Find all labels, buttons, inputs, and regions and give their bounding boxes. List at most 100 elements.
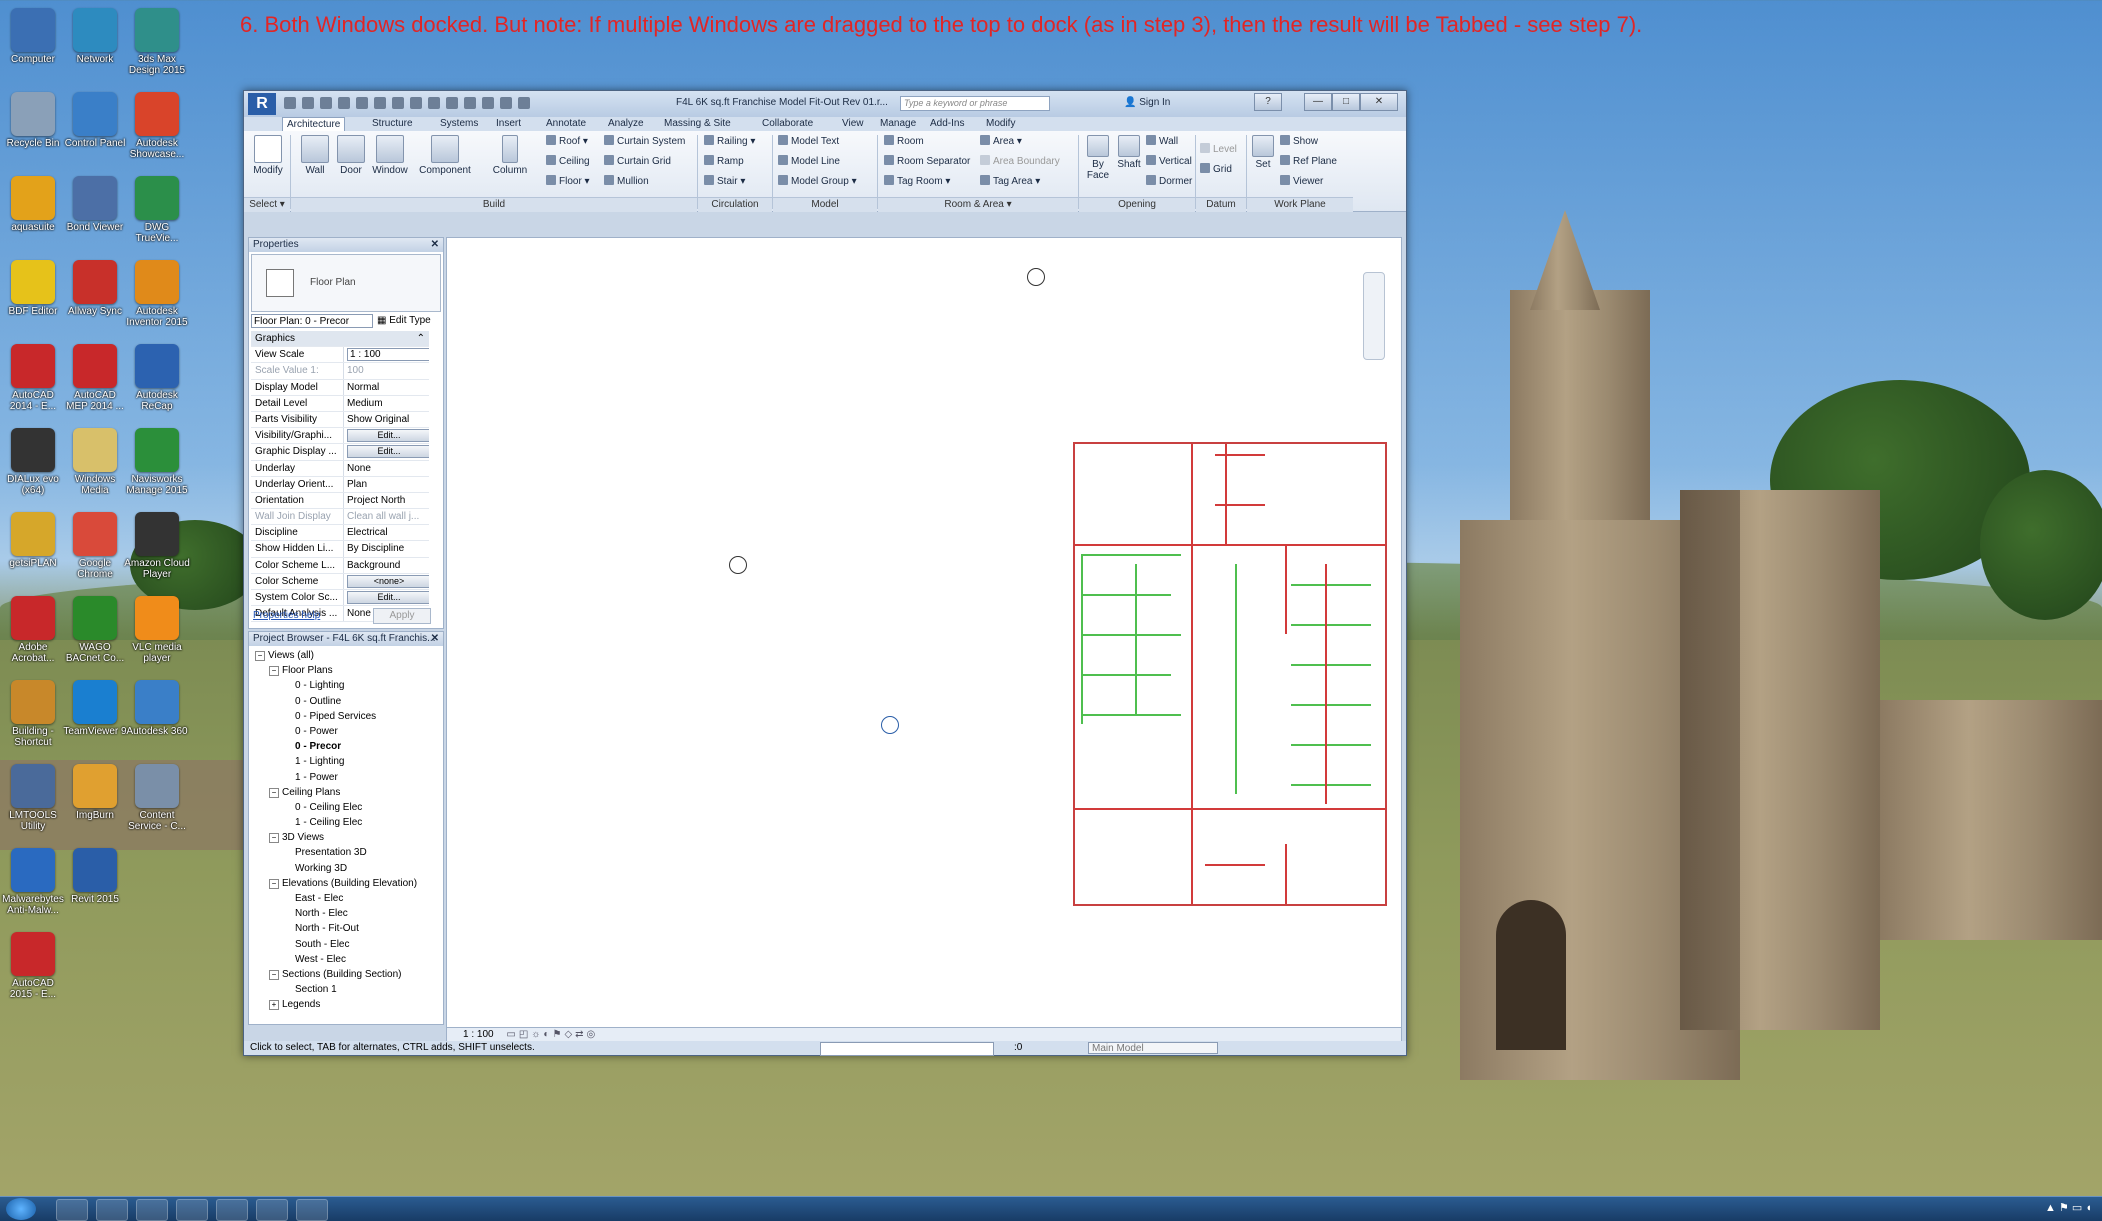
undo-icon[interactable] <box>320 97 332 109</box>
desktop-icon[interactable]: AutoCAD 2015 - E... <box>0 932 66 1000</box>
tree-toggle-icon[interactable]: − <box>269 969 279 980</box>
browser-item[interactable]: 0 - Power <box>251 724 429 739</box>
help-search-input[interactable]: Type a keyword or phrase <box>900 96 1050 111</box>
help-button[interactable]: ? <box>1254 93 1282 111</box>
wall-opening-button[interactable]: Wall <box>1146 135 1178 149</box>
property-row[interactable]: System Color Sc... Edit... <box>251 590 429 607</box>
browser-item[interactable]: 1 - Power <box>251 770 429 785</box>
browser-item[interactable]: Section 1 <box>251 982 429 997</box>
browser-item[interactable]: 0 - Precor <box>251 739 429 754</box>
desktop-icon[interactable]: AutoCAD MEP 2014 ... <box>62 344 128 412</box>
stair-button[interactable]: Stair ▾ <box>704 175 745 189</box>
desktop-icon[interactable]: VLC media player <box>124 596 190 664</box>
property-row[interactable]: Discipline Electrical <box>251 525 429 542</box>
desktop-icon[interactable]: aquasuite <box>0 176 66 233</box>
desktop-icon[interactable]: BDF Editor <box>0 260 66 317</box>
property-edit-button[interactable]: Edit... <box>347 445 429 459</box>
browser-item[interactable]: 1 - Lighting <box>251 754 429 769</box>
taskbar-acrobat-button[interactable] <box>216 1199 248 1221</box>
desktop-icon[interactable]: getsiPLAN <box>0 512 66 569</box>
tag-area-button[interactable]: Tag Area ▾ <box>980 175 1040 189</box>
tag-room-button[interactable]: Tag Room ▾ <box>884 175 950 189</box>
property-value[interactable]: Clean all wall j... <box>344 509 429 524</box>
column-button[interactable]: Column <box>488 135 532 176</box>
tree-toggle-icon[interactable]: − <box>255 651 265 661</box>
tab-modify[interactable]: Modify <box>982 117 1019 131</box>
property-value[interactable]: Background <box>344 558 429 573</box>
property-row[interactable]: Display Model Normal <box>251 379 429 396</box>
viewer-button[interactable]: Viewer <box>1280 175 1323 189</box>
properties-close-icon[interactable]: ✕ <box>431 238 439 252</box>
tag-icon[interactable] <box>410 97 422 109</box>
browser-item[interactable]: Presentation 3D <box>251 845 429 860</box>
desktop-icon[interactable]: DWG TrueVie... <box>124 176 190 244</box>
desktop-icon[interactable]: TeamViewer 9 <box>62 680 128 737</box>
desktop-icon[interactable]: Revit 2015 <box>62 848 128 905</box>
redo-icon[interactable] <box>338 97 350 109</box>
properties-help-link[interactable]: Properties help <box>253 610 320 621</box>
collapse-icon[interactable]: ⌃ <box>343 331 429 346</box>
apply-button[interactable]: Apply <box>373 608 431 624</box>
taskbar-revit-button[interactable] <box>176 1199 208 1221</box>
browser-item[interactable]: North - Fit-Out <box>251 921 429 936</box>
modify-button[interactable]: Modify <box>250 135 286 176</box>
desktop-icon[interactable]: AutoCAD 2014 - E... <box>0 344 66 412</box>
property-value[interactable]: Plan <box>344 477 429 492</box>
view-control-icons[interactable]: ▭◰☼◐⚑◇⇄◎ <box>496 1029 598 1040</box>
browser-item[interactable]: 1 - Ceiling Elec <box>251 815 429 830</box>
room-area-panel-label[interactable]: Room & Area ▾ <box>878 197 1078 212</box>
browser-item[interactable]: − Sections (Building Section) <box>251 967 429 982</box>
browser-item[interactable]: 0 - Outline <box>251 694 429 709</box>
browser-item[interactable]: East - Elec <box>251 891 429 906</box>
sign-in-button[interactable]: 👤 Sign In <box>1124 97 1170 108</box>
room-button[interactable]: Room <box>884 135 924 149</box>
open-icon[interactable] <box>284 97 296 109</box>
property-edit-button[interactable]: Edit... <box>347 429 429 443</box>
property-value[interactable]: Project North <box>344 493 429 508</box>
minimize-button[interactable]: — <box>1304 93 1332 111</box>
browser-item[interactable]: 0 - Piped Services <box>251 709 429 724</box>
curtain-grid-button[interactable]: Curtain Grid <box>604 155 671 169</box>
system-tray[interactable]: ▲ ⚑ ▭ ◖ <box>2045 1201 2092 1214</box>
window-button[interactable]: Window <box>368 135 412 176</box>
tab-analyze[interactable]: Analyze <box>604 117 648 131</box>
property-value[interactable]: 1 : 100 <box>344 347 429 362</box>
property-value[interactable]: Edit... <box>344 428 429 443</box>
area-button[interactable]: Area ▾ <box>980 135 1022 149</box>
browser-item[interactable]: West - Elec <box>251 952 429 967</box>
desktop-icon[interactable]: Computer <box>0 8 66 65</box>
component-button[interactable]: Component <box>414 135 476 176</box>
property-row[interactable]: Parts Visibility Show Original <box>251 411 429 429</box>
shaft-button[interactable]: Shaft <box>1114 135 1144 170</box>
show-workplane-button[interactable]: Show <box>1280 135 1318 149</box>
set-workplane-button[interactable]: Set <box>1250 135 1276 170</box>
area-boundary-button[interactable]: Area Boundary <box>980 155 1060 169</box>
text-icon[interactable] <box>428 97 440 109</box>
property-edit-button[interactable]: Edit... <box>347 591 429 604</box>
model-group-button[interactable]: Model Group ▾ <box>778 175 857 189</box>
desktop-icon[interactable]: ImgBurn <box>62 764 128 821</box>
property-value[interactable]: Show Original <box>344 412 429 427</box>
maximize-button[interactable]: □ <box>1332 93 1360 111</box>
dimension-icon[interactable] <box>392 97 404 109</box>
desktop-icon[interactable]: Bond Viewer <box>62 176 128 233</box>
by-face-button[interactable]: By Face <box>1084 135 1112 181</box>
type-selector[interactable]: Floor Plan <box>251 254 441 312</box>
property-row[interactable]: Underlay Orient... Plan <box>251 476 429 493</box>
desktop-icon[interactable]: Network <box>62 8 128 65</box>
tree-toggle-icon[interactable]: − <box>269 833 279 844</box>
desktop-icon[interactable]: Amazon Cloud Player <box>124 512 190 580</box>
tab-massing-site[interactable]: Massing & Site <box>660 117 735 131</box>
railing-button[interactable]: Railing ▾ <box>704 135 755 149</box>
desktop-icon[interactable]: Control Panel <box>62 92 128 149</box>
level-button[interactable]: Level <box>1200 143 1237 157</box>
section-icon[interactable] <box>464 97 476 109</box>
ceiling-button[interactable]: Ceiling <box>546 155 590 169</box>
desktop-icon[interactable]: LMTOOLS Utility <box>0 764 66 832</box>
measure-icon[interactable] <box>374 97 386 109</box>
tab-systems[interactable]: Systems <box>436 117 482 131</box>
revit-logo-button[interactable]: R <box>248 93 276 115</box>
browser-item[interactable]: 0 - Lighting <box>251 678 429 693</box>
wall-button[interactable]: Wall <box>298 135 332 176</box>
workset-field[interactable] <box>820 1042 994 1056</box>
